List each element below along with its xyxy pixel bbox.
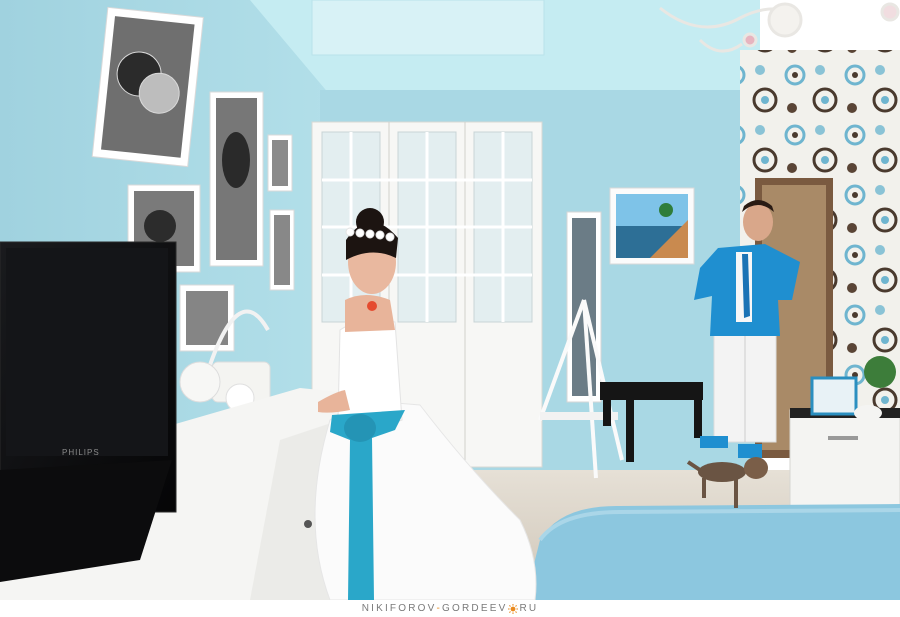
- watermark-part3: RU: [519, 603, 539, 614]
- watermark-footer: NIKIFOROV - GORDEEV RU: [0, 600, 900, 617]
- wedding-room-photo: PHILIPS: [0, 0, 900, 600]
- sun-icon: [508, 603, 519, 614]
- watermark-part2: GORDEEV: [442, 603, 508, 614]
- seaside-painting: [609, 187, 695, 265]
- ceiling-mirror-panel: [311, 0, 545, 56]
- watermark-part1: NIKIFOROV: [361, 603, 437, 614]
- photo-frame-small: [810, 376, 858, 416]
- tv-brand-text: PHILIPS: [62, 448, 100, 457]
- bed-blue-blanket: [525, 504, 900, 600]
